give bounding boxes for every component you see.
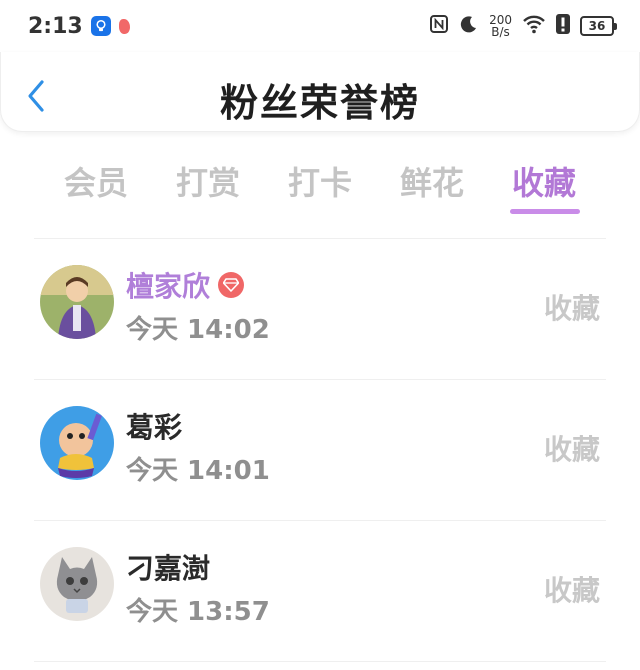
user-name-row: 葛彩 [126, 406, 182, 446]
user-name: 刁嘉澍 [126, 552, 211, 585]
tab-membership[interactable]: 会员 [40, 158, 152, 204]
action-label: 收藏 [543, 292, 600, 325]
tab-tips[interactable]: 打赏 [152, 158, 264, 204]
header-bar: 粉丝荣誉榜 [0, 52, 640, 132]
fan-list: 檀家欣 今天 14:02 收藏 葛彩 今天 14:01 收藏 刁嘉澍 今天 13… [0, 238, 640, 662]
action-label: 收藏 [543, 574, 600, 607]
user-name-row: 刁嘉澍 [126, 547, 210, 587]
status-time: 2:13 [28, 13, 83, 39]
network-speed-unit: B/s [491, 25, 510, 39]
lightbulb-notification-icon [90, 16, 111, 36]
timestamp: 今天 14:02 [126, 315, 270, 345]
nfc-icon [429, 14, 449, 38]
timestamp: 今天 14:01 [126, 456, 270, 486]
avatar[interactable] [40, 547, 114, 621]
tab-flowers[interactable]: 鲜花 [376, 158, 488, 204]
wifi-icon [522, 14, 546, 38]
status-right: 200 B/s 36 [429, 14, 617, 38]
avatar[interactable] [40, 265, 114, 339]
list-item[interactable]: 葛彩 今天 14:01 收藏 [0, 380, 640, 520]
active-tab-indicator [510, 209, 580, 214]
avatar[interactable] [40, 406, 114, 480]
status-bar: 2:13 200 B/s 36 [0, 0, 640, 52]
tab-favorites[interactable]: 收藏 [488, 158, 600, 204]
app-notification-icon [118, 18, 130, 34]
status-left: 2:13 [28, 14, 130, 39]
battery-level: 36 [588, 19, 606, 33]
divider [34, 661, 606, 662]
page-title: 粉丝荣誉榜 [219, 81, 420, 125]
alert-icon [556, 14, 570, 38]
list-item[interactable]: 刁嘉澍 今天 13:57 收藏 [0, 521, 640, 661]
user-name: 葛彩 [126, 411, 183, 444]
moon-icon [459, 14, 479, 38]
action-label: 收藏 [543, 433, 600, 466]
tab-checkin[interactable]: 打卡 [264, 158, 376, 204]
timestamp: 今天 13:57 [126, 597, 270, 627]
list-item[interactable]: 檀家欣 今天 14:02 收藏 [0, 239, 640, 379]
battery-icon: 36 [580, 16, 617, 36]
user-name: 檀家欣 [126, 270, 211, 303]
diamond-icon [218, 272, 245, 298]
user-name-row: 檀家欣 [126, 265, 245, 305]
tab-bar: 会员 打赏 打卡 鲜花 收藏 [40, 150, 600, 220]
network-speed: 200 B/s [489, 14, 512, 38]
